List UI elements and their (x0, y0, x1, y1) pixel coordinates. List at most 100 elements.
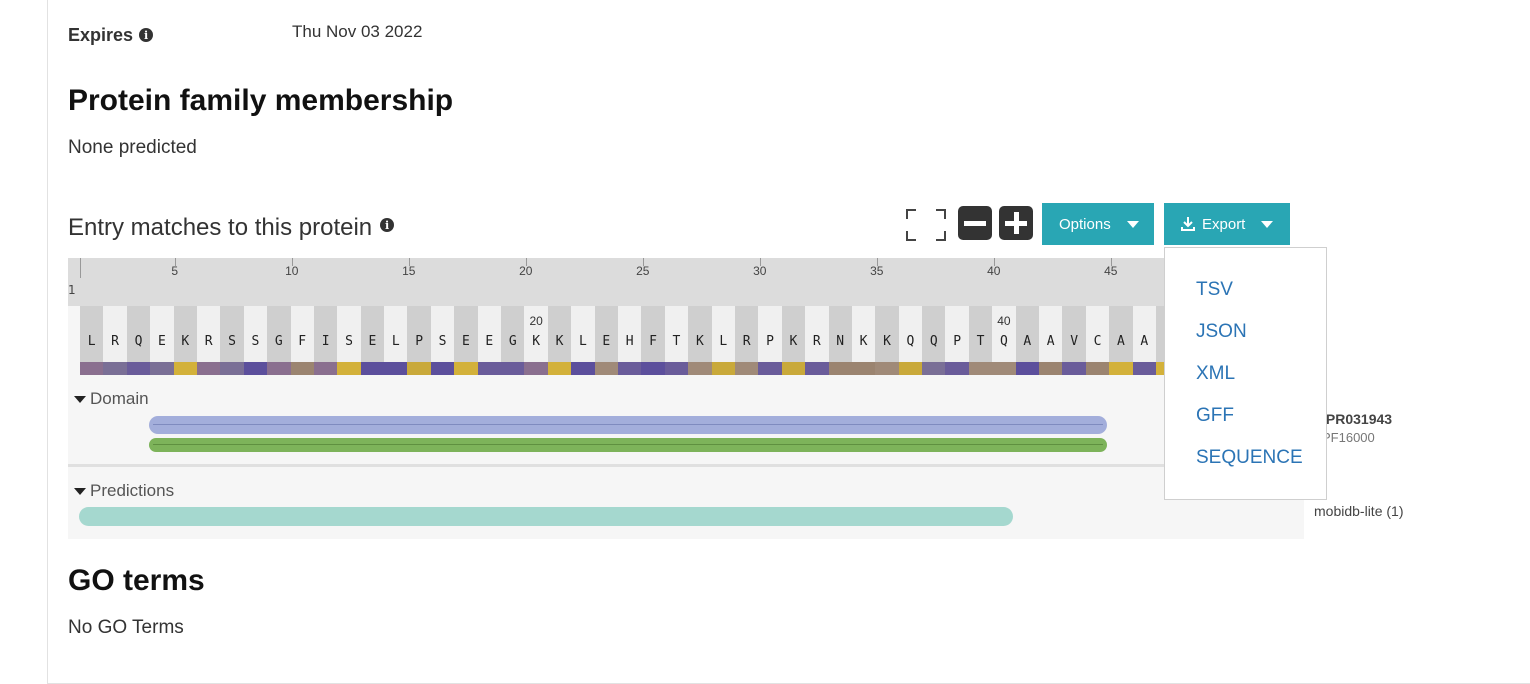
residue-cell[interactable]: L (571, 306, 595, 364)
residue-letter: E (485, 334, 494, 349)
zoom-in-button[interactable] (999, 206, 1033, 240)
fullscreen-icon[interactable] (906, 209, 946, 241)
entry-matches-title: Entry matches to this protein i (68, 214, 395, 242)
residue-letter: F (298, 334, 307, 349)
residue-color (337, 362, 361, 375)
residue-cell[interactable]: G (501, 306, 525, 364)
chevron-down-icon (1261, 220, 1274, 228)
residue-cell[interactable]: Q (922, 306, 946, 364)
residue-cell[interactable]: P (407, 306, 431, 364)
info-icon[interactable]: i (139, 28, 154, 42)
residue-cell[interactable]: A (1039, 306, 1063, 364)
residue-cell[interactable]: V (1062, 306, 1086, 364)
residue-color (664, 362, 689, 375)
residue-cell[interactable]: H (617, 306, 642, 364)
zoom-out-button[interactable] (958, 206, 992, 240)
residue-cell[interactable]: E (454, 306, 478, 364)
residue-letter: G (274, 334, 283, 349)
residue-letter: R (742, 334, 751, 349)
residue-number: 40 (997, 314, 1011, 328)
residue-cell[interactable]: Q (898, 306, 923, 364)
residue-cell[interactable]: A (1109, 306, 1133, 364)
residue-letter: S (345, 334, 353, 349)
residue-cell[interactable]: F (290, 306, 314, 364)
info-icon[interactable]: i (380, 218, 395, 232)
export-gff[interactable]: GFF (1196, 405, 1234, 427)
residue-cell[interactable]: R (196, 306, 221, 364)
residue-cell[interactable]: K (875, 306, 899, 364)
residue-color (641, 362, 665, 375)
protein-viewer[interactable]: 1 5 10 15 20 25 30 35 40 45 LRQEKRSSGFISELPSEEGK… (68, 258, 1304, 539)
residue-cell[interactable]: K 20 (524, 306, 548, 364)
residue-cell[interactable]: A (1015, 306, 1040, 364)
residue-cell[interactable]: K (688, 306, 712, 364)
residue-cell[interactable]: P (758, 306, 782, 364)
residue-cell[interactable]: I (313, 306, 338, 364)
residue-cell[interactable]: P (945, 306, 969, 364)
expires-value: Thu Nov 03 2022 (292, 22, 423, 41)
residue-cell[interactable]: E (477, 306, 502, 364)
sequence-ruler[interactable]: 1 5 10 15 20 25 30 35 40 45 (68, 258, 1304, 306)
residue-letter: K (859, 334, 868, 349)
residue-cell[interactable]: K (851, 306, 876, 364)
residue-cell[interactable]: S (220, 306, 244, 364)
residue-letter: L (578, 334, 587, 349)
residue-cell[interactable]: G (267, 306, 291, 364)
residue-cell[interactable]: N (828, 306, 852, 364)
residue-letter: A (1140, 334, 1149, 349)
residue-cell[interactable]: K (173, 306, 197, 364)
residue-color (898, 362, 923, 375)
domain-entry-id[interactable]: IPR031943 (1322, 411, 1392, 427)
residue-letter: P (766, 334, 774, 349)
residue-color (1109, 362, 1133, 375)
pfam-match-bar[interactable] (149, 438, 1107, 452)
domain-track-toggle[interactable]: Domain (74, 389, 149, 409)
residue-cell[interactable]: E (360, 306, 385, 364)
residue-letter: L (87, 334, 96, 349)
residue-cell[interactable]: S (337, 306, 361, 364)
mobidb-lite-bar[interactable] (79, 507, 1013, 526)
ruler-tick-label: 15 (402, 264, 416, 278)
residue-cell[interactable]: A (1132, 306, 1156, 364)
export-json[interactable]: JSON (1196, 321, 1247, 343)
residue-cell[interactable]: S (243, 306, 268, 364)
export-xml[interactable]: XML (1196, 363, 1235, 385)
residue-cell[interactable]: T (664, 306, 689, 364)
residue-cell[interactable]: S (430, 306, 455, 364)
residue-letter: V (1070, 334, 1079, 349)
residue-cell[interactable]: L (711, 306, 735, 364)
residue-cell[interactable]: F (641, 306, 665, 364)
residue-cell[interactable]: K (547, 306, 572, 364)
download-icon (1181, 217, 1195, 231)
family-text: None predicted (68, 137, 197, 158)
residue-cell[interactable]: R (103, 306, 127, 364)
domain-entry-sub[interactable]: PF16000 (1322, 430, 1375, 445)
ruler-tick-label: 10 (285, 264, 299, 278)
residue-cell[interactable]: L (80, 306, 104, 364)
residue-cell[interactable]: K (781, 306, 806, 364)
residue-cell[interactable]: E (150, 306, 174, 364)
residue-cell[interactable]: Q (126, 306, 151, 364)
options-button[interactable]: Options (1042, 203, 1154, 245)
minus-icon (964, 221, 986, 226)
predictions-track-toggle[interactable]: Predictions (74, 481, 174, 501)
residue-letter: T (976, 334, 985, 349)
residue-color (196, 362, 221, 375)
residue-cell[interactable]: Q 40 (992, 306, 1016, 364)
residue-letter: R (204, 334, 213, 349)
residue-color (384, 362, 408, 375)
ruler-tick-label: 45 (1104, 264, 1118, 278)
domain-match-bar[interactable] (149, 416, 1107, 434)
predictions-entry-label[interactable]: mobidb-lite (1) (1314, 503, 1403, 519)
export-sequence[interactable]: SEQUENCE (1196, 447, 1303, 469)
residue-cell[interactable]: L (384, 306, 408, 364)
residue-cell[interactable]: E (594, 306, 618, 364)
residue-cell[interactable]: T (968, 306, 993, 364)
export-button[interactable]: Export (1164, 203, 1290, 245)
residue-cell[interactable]: R (734, 306, 759, 364)
residue-cell[interactable]: R (805, 306, 829, 364)
export-tsv[interactable]: TSV (1196, 279, 1233, 301)
residue-color (243, 362, 268, 375)
residue-color (454, 362, 478, 375)
residue-cell[interactable]: C (1085, 306, 1110, 364)
